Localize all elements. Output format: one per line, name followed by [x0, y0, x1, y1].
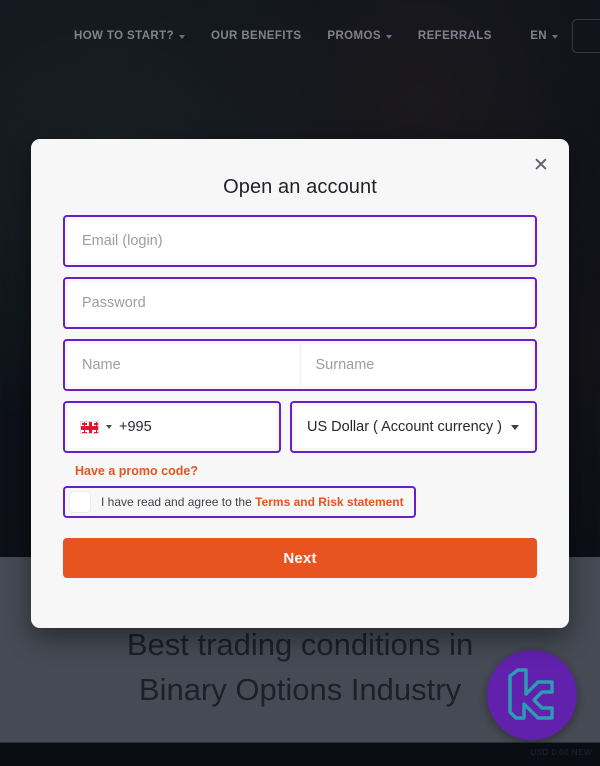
phone-field[interactable]: +995	[68, 406, 276, 448]
phone-country-code: +995	[119, 419, 152, 435]
name-field[interactable]: Name	[68, 344, 299, 386]
currency-select-wrapper: US Dollar ( Account currency )	[289, 401, 537, 453]
page-root: HOW TO START? OUR BENEFITS PROMOS REFERR…	[0, 0, 600, 766]
password-field[interactable]: Password	[68, 282, 532, 324]
phone-field-wrapper: +995	[63, 401, 281, 453]
terms-agreement-label: I have read and agree to the Terms and R…	[101, 495, 404, 509]
terms-agreement-text: I have read and agree to the	[101, 495, 256, 509]
email-field-wrapper: Email (login)	[63, 215, 537, 267]
close-icon[interactable]: ✕	[527, 151, 555, 179]
terms-agreement-checkbox[interactable]	[69, 491, 91, 513]
currency-select-value: US Dollar ( Account currency )	[306, 419, 502, 435]
currency-select[interactable]: US Dollar ( Account currency )	[294, 406, 532, 448]
password-field-wrapper: Password	[63, 277, 537, 329]
terms-agreement-row: I have read and agree to the Terms and R…	[63, 486, 416, 518]
chevron-down-icon[interactable]	[106, 425, 112, 429]
georgia-flag-icon	[80, 420, 99, 434]
promo-code-link[interactable]: Have a promo code?	[75, 464, 198, 478]
name-fields-wrapper: Name Surname	[63, 339, 537, 391]
chevron-down-icon	[511, 425, 519, 430]
next-button[interactable]: Next	[63, 538, 537, 578]
surname-field[interactable]: Surname	[301, 344, 532, 386]
terms-and-risk-link[interactable]: Terms and Risk statement	[255, 495, 404, 509]
open-account-modal: ✕ Open an account Email (login) Password…	[31, 139, 569, 628]
page-title: Open an account	[223, 176, 377, 198]
email-field[interactable]: Email (login)	[68, 220, 532, 262]
phone-currency-row: +995 US Dollar ( Account currency )	[63, 401, 537, 453]
